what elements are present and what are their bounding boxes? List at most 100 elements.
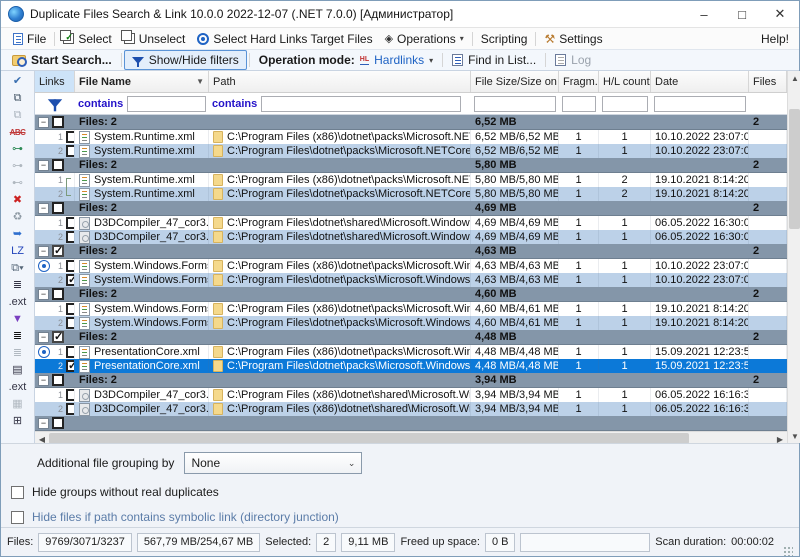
row-checkbox[interactable] bbox=[66, 260, 75, 272]
menu-settings[interactable]: ⚒ Settings bbox=[538, 28, 608, 49]
delete-files-icon[interactable]: ✖ bbox=[6, 192, 30, 209]
move-files-icon[interactable]: ➥ bbox=[6, 226, 30, 243]
table-row[interactable]: 2System.Windows.Forms.xmlC:\Program File… bbox=[35, 316, 787, 330]
hide-groups-checkbox[interactable] bbox=[11, 486, 24, 499]
table-row[interactable]: 1PresentationCore.xmlC:\Program Files (x… bbox=[35, 345, 787, 359]
table-row[interactable]: 2D3DCompiler_47_cor3.dllC:\Program Files… bbox=[35, 402, 787, 416]
column-header-hlcount[interactable]: H/L count bbox=[599, 71, 651, 92]
collapse-toggle-icon[interactable]: − bbox=[38, 246, 49, 257]
group-checkbox[interactable] bbox=[52, 417, 64, 429]
row-checkbox[interactable] bbox=[66, 217, 75, 229]
column-header-path[interactable]: Path bbox=[209, 71, 471, 92]
collapse-toggle-icon[interactable]: − bbox=[38, 160, 49, 171]
group-header-row[interactable]: −Files: 24,60 MB2 bbox=[35, 287, 787, 302]
menu-file[interactable]: File bbox=[7, 28, 52, 49]
table-row[interactable]: 1D3DCompiler_47_cor3.dllC:\Program Files… bbox=[35, 216, 787, 230]
group-checkbox[interactable] bbox=[52, 288, 64, 300]
menu-select[interactable]: Select bbox=[57, 28, 117, 49]
close-button[interactable]: ✕ bbox=[761, 1, 799, 27]
vertical-scroll-thumb[interactable] bbox=[789, 109, 800, 229]
menu-scripting[interactable]: Scripting bbox=[475, 28, 534, 49]
filter-fragm-input[interactable] bbox=[562, 96, 596, 112]
menu-select-hardlink-targets[interactable]: Select Hard Links Target Files bbox=[191, 28, 378, 49]
scroll-down-icon[interactable]: ▼ bbox=[788, 429, 800, 443]
group-header-row[interactable]: −Files: 26,52 MB2 bbox=[35, 115, 787, 130]
group-checkbox[interactable] bbox=[52, 331, 64, 343]
minimize-button[interactable]: – bbox=[685, 1, 723, 27]
log-button[interactable]: Log bbox=[548, 50, 598, 70]
row-checkbox[interactable] bbox=[66, 274, 75, 286]
group-checkbox[interactable] bbox=[52, 202, 64, 214]
group-header-row[interactable]: −Files: 25,80 MB2 bbox=[35, 158, 787, 173]
ext-filter-icon[interactable]: .ext bbox=[6, 294, 30, 311]
row-checkbox[interactable] bbox=[66, 131, 75, 143]
row-checkbox[interactable] bbox=[66, 145, 75, 157]
group-header-row[interactable]: −Files: 24,63 MB2 bbox=[35, 244, 787, 259]
menu-unselect[interactable]: Unselect bbox=[118, 28, 192, 49]
group-checkbox[interactable] bbox=[52, 159, 64, 171]
column-header-filename[interactable]: File Name ▼ bbox=[75, 71, 209, 92]
unlink-disabled-icon[interactable]: ⊷ bbox=[6, 175, 30, 192]
collapse-toggle-icon[interactable]: − bbox=[38, 289, 49, 300]
start-search-button[interactable]: Start Search... bbox=[5, 50, 119, 70]
abc-rename-icon[interactable]: ABC bbox=[6, 124, 30, 141]
find-in-list-button[interactable]: Find in List... bbox=[445, 50, 543, 70]
group-checkbox[interactable] bbox=[52, 245, 64, 257]
chevron-down-icon[interactable]: ▾ bbox=[429, 56, 433, 65]
export-list-icon[interactable]: ▤ bbox=[6, 362, 30, 379]
menu-operations[interactable]: ◈ Operations ▾ bbox=[379, 28, 470, 49]
collapse-toggle-icon[interactable]: − bbox=[38, 117, 49, 128]
hide-groups-option[interactable]: Hide groups without real duplicates bbox=[11, 485, 799, 499]
column-header-date[interactable]: Date bbox=[651, 71, 749, 92]
collapse-toggle-icon[interactable]: − bbox=[38, 418, 49, 429]
group-header-row-partial[interactable]: − bbox=[35, 416, 787, 431]
row-checkbox[interactable] bbox=[66, 303, 75, 315]
grouping-combobox[interactable]: None ⌄ bbox=[184, 452, 362, 474]
hide-symlink-option[interactable]: Hide files if path contains symbolic lin… bbox=[11, 510, 799, 524]
create-hardlinks-icon[interactable]: ⊶ bbox=[6, 141, 30, 158]
column-header-files[interactable]: Files bbox=[749, 71, 787, 92]
column-header-fragm[interactable]: Fragm. bbox=[559, 71, 599, 92]
row-checkbox[interactable] bbox=[66, 346, 75, 358]
table-row[interactable]: 1D3DCompiler_47_cor3.dllC:\Program Files… bbox=[35, 388, 787, 402]
table-row[interactable]: 2PresentationCore.xmlC:\Program Files\do… bbox=[35, 359, 787, 373]
operation-mode-value[interactable]: Hardlinks bbox=[374, 53, 424, 67]
table-row[interactable]: 1System.Windows.Forms.xmlC:\Program File… bbox=[35, 259, 787, 273]
collapse-toggle-icon[interactable]: − bbox=[38, 203, 49, 214]
copy-selection-disabled-icon[interactable]: ⧉ bbox=[6, 107, 30, 124]
chevron-down-icon[interactable]: ▼ bbox=[196, 77, 204, 86]
vertical-scroll-track[interactable] bbox=[788, 85, 800, 109]
copy-selection-icon[interactable]: ⧉ bbox=[6, 90, 30, 107]
ext2-icon[interactable]: .ext bbox=[6, 379, 30, 396]
filter-selected-icon[interactable]: ▼ bbox=[6, 311, 30, 328]
group-header-row[interactable]: −Files: 24,69 MB2 bbox=[35, 201, 787, 216]
filter-path-operator[interactable]: contains bbox=[212, 98, 257, 110]
group-header-row[interactable]: −Files: 23,94 MB2 bbox=[35, 373, 787, 388]
filter-hlcount-input[interactable] bbox=[602, 96, 648, 112]
maximize-button[interactable]: □ bbox=[723, 1, 761, 27]
lz-compress-icon[interactable]: LZ bbox=[6, 243, 30, 260]
table-row[interactable]: 1System.Windows.Forms.xmlC:\Program File… bbox=[35, 302, 787, 316]
filter-path-input[interactable] bbox=[261, 96, 461, 112]
resize-grip[interactable] bbox=[783, 546, 793, 556]
menu-help[interactable]: Help! bbox=[755, 28, 793, 49]
table-row[interactable]: 2System.Runtime.xmlC:\Program Files\dotn… bbox=[35, 144, 787, 158]
table-row[interactable]: 1System.Runtime.xmlC:\Program Files (x86… bbox=[35, 130, 787, 144]
scroll-up-icon[interactable]: ▲ bbox=[788, 71, 800, 85]
create-symlinks-disabled-icon[interactable]: ⊶ bbox=[6, 158, 30, 175]
row-checkbox[interactable] bbox=[66, 231, 75, 243]
row-checkbox[interactable] bbox=[66, 403, 75, 415]
filter-date-input[interactable] bbox=[654, 96, 746, 112]
grid-icon[interactable]: ⊞ bbox=[6, 413, 30, 430]
image-disabled-icon[interactable]: ▦ bbox=[6, 396, 30, 413]
vertical-scroll-track[interactable] bbox=[788, 229, 800, 429]
list-disabled-icon[interactable]: ≣ bbox=[6, 345, 30, 362]
group-header-row[interactable]: −Files: 24,48 MB2 bbox=[35, 330, 787, 345]
table-row[interactable]: 1System.Runtime.xmlC:\Program Files (x86… bbox=[35, 173, 787, 187]
hide-symlink-checkbox[interactable] bbox=[11, 511, 24, 524]
table-row[interactable]: 2System.Windows.Forms.xmlC:\Program File… bbox=[35, 273, 787, 287]
filter-name-operator[interactable]: contains bbox=[78, 98, 123, 110]
column-header-size[interactable]: File Size/Size on Disk bbox=[471, 71, 559, 92]
row-checkbox[interactable] bbox=[66, 360, 75, 372]
table-row[interactable]: 2System.Runtime.xmlC:\Program Files\dotn… bbox=[35, 187, 787, 201]
